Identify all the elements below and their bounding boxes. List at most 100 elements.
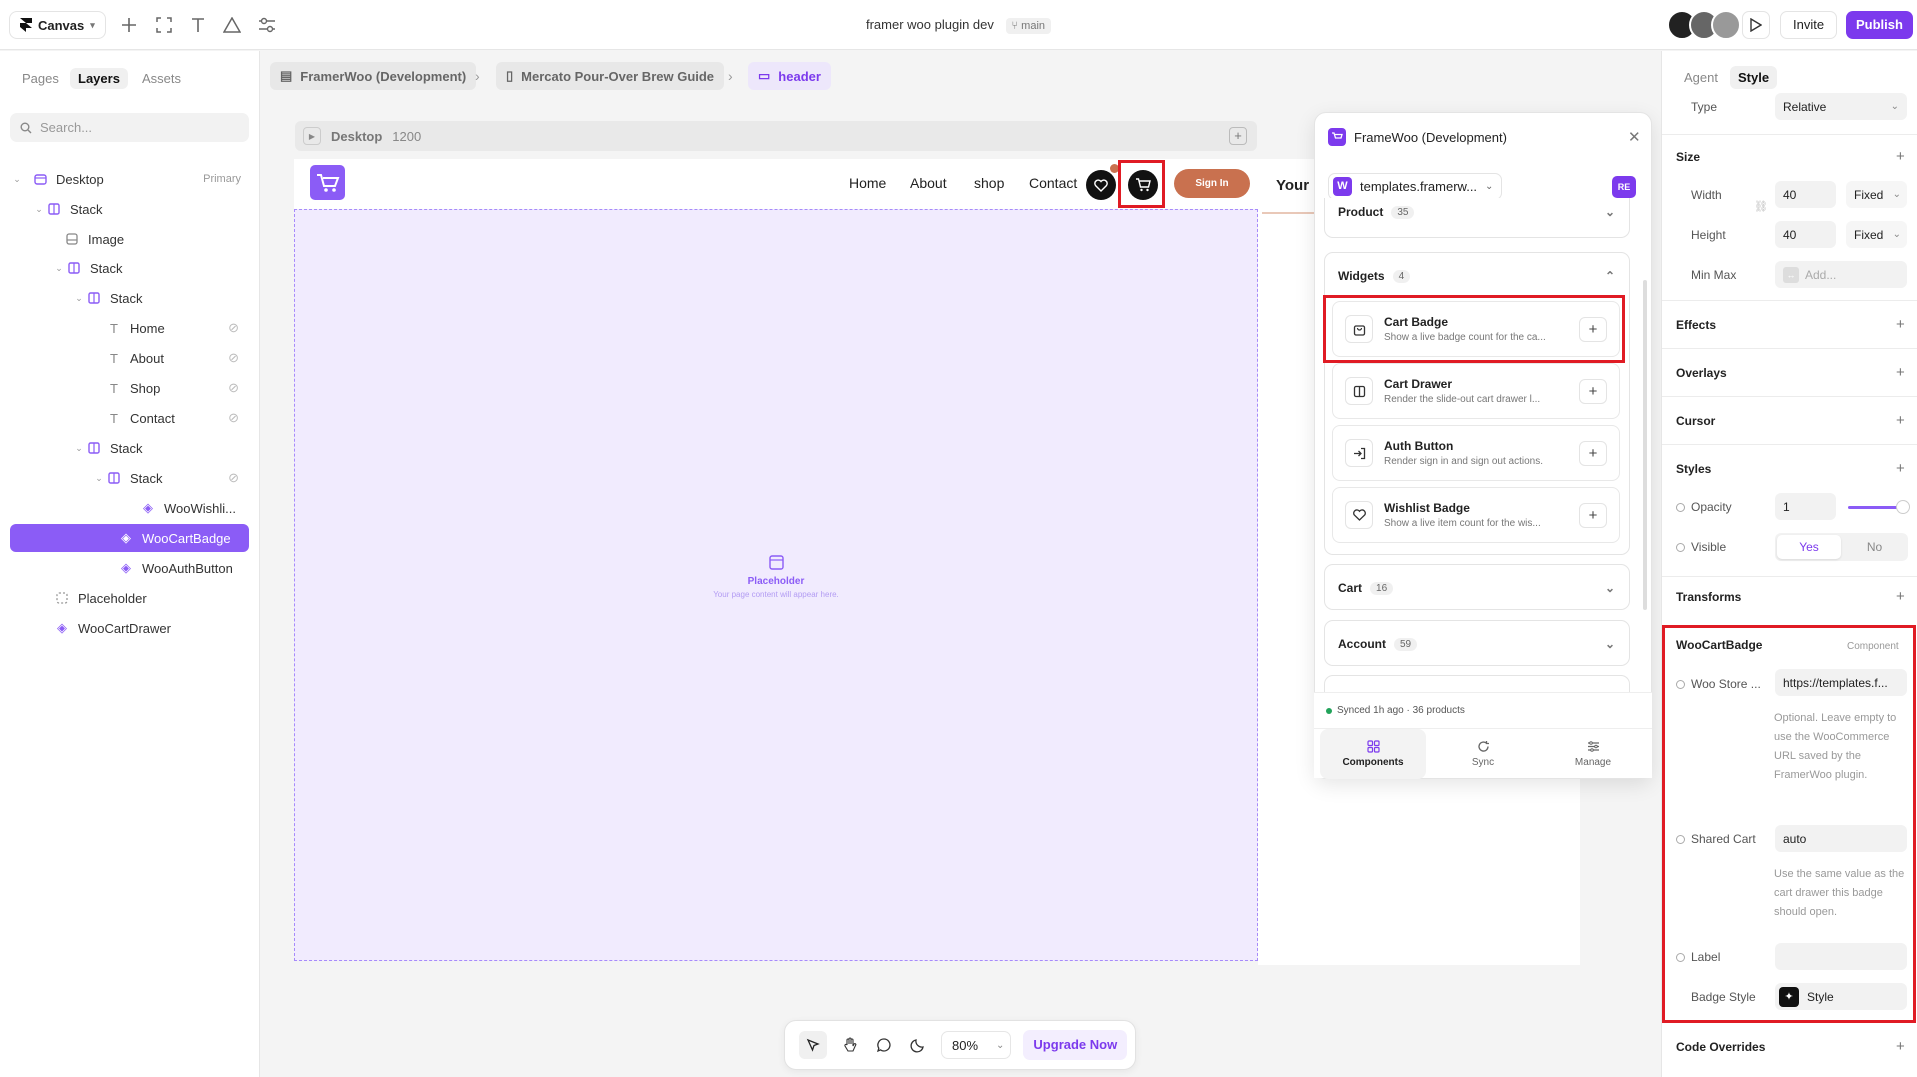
variable-icon[interactable] bbox=[1676, 503, 1685, 512]
store-url-input[interactable]: https://templates.f... bbox=[1775, 669, 1907, 696]
add-icon[interactable]: + bbox=[1896, 364, 1905, 381]
height-input[interactable]: 40 bbox=[1775, 221, 1836, 248]
layer-image[interactable]: Image bbox=[10, 225, 249, 253]
label-input[interactable] bbox=[1775, 943, 1907, 970]
preview-button[interactable] bbox=[1742, 11, 1770, 39]
section-code-overrides[interactable]: Code Overrides bbox=[1676, 1040, 1765, 1054]
play-icon[interactable]: ▶ bbox=[303, 127, 321, 145]
widget-wishlist-badge[interactable]: Wishlist Badge Show a live item count for… bbox=[1332, 487, 1620, 543]
shared-cart-input[interactable]: auto bbox=[1775, 825, 1907, 852]
add-icon[interactable]: + bbox=[1896, 412, 1905, 429]
add-icon[interactable] bbox=[119, 15, 139, 35]
wishlist-badge-button[interactable] bbox=[1086, 170, 1116, 200]
layer-woocartbadge[interactable]: ◈ WooCartBadge bbox=[10, 524, 249, 552]
opacity-slider-handle[interactable] bbox=[1896, 500, 1910, 514]
chevron-down-icon[interactable]: ⌄ bbox=[92, 473, 106, 484]
visible-yes-option[interactable]: Yes bbox=[1777, 535, 1841, 559]
width-mode-select[interactable]: Fixed ⌄ bbox=[1846, 181, 1907, 208]
comment-icon[interactable] bbox=[873, 1034, 895, 1056]
breadcrumb-page[interactable]: ▯ Mercato Pour-Over Brew Guide bbox=[496, 62, 725, 90]
layer-stack[interactable]: ⌄ Stack bbox=[10, 284, 249, 312]
add-icon[interactable]: + bbox=[1896, 1038, 1905, 1055]
layer-desktop[interactable]: ⌄ Desktop Primary bbox=[10, 165, 249, 193]
layer-home[interactable]: T Home ⊘ bbox=[10, 314, 249, 342]
site-selector[interactable]: W templates.framerw... ⌄ bbox=[1328, 173, 1503, 200]
opacity-slider-track[interactable] bbox=[1848, 506, 1902, 509]
layer-stack[interactable]: ⌄ Stack ⊘ bbox=[10, 464, 249, 492]
branch-badge[interactable]: ⑂ main bbox=[1005, 18, 1052, 34]
tab-components[interactable]: Components bbox=[1320, 729, 1426, 779]
add-widget-button[interactable]: + bbox=[1579, 502, 1607, 528]
chevron-down-icon[interactable]: ⌄ bbox=[10, 174, 24, 185]
nav-contact[interactable]: Contact bbox=[1029, 175, 1077, 191]
publish-button[interactable]: Publish bbox=[1846, 11, 1913, 39]
chevron-down-icon[interactable]: ⌄ bbox=[52, 263, 66, 274]
variable-icon[interactable] bbox=[1676, 953, 1685, 962]
breadcrumb-project[interactable]: ▤ FramerWoo (Development) bbox=[270, 62, 477, 90]
layers-search-input[interactable]: Search... bbox=[10, 113, 249, 142]
type-select[interactable]: Relative ⌄ bbox=[1775, 93, 1907, 120]
nav-shop[interactable]: shop bbox=[974, 175, 1004, 191]
section-cursor[interactable]: Cursor bbox=[1676, 414, 1715, 428]
section-effects[interactable]: Effects bbox=[1676, 318, 1716, 332]
section-cart[interactable]: Cart 16 ⌄ bbox=[1324, 564, 1630, 610]
layer-placeholder[interactable]: Placeholder bbox=[10, 584, 249, 612]
add-breakpoint-icon[interactable]: + bbox=[1229, 127, 1247, 145]
add-icon[interactable]: + bbox=[1896, 148, 1905, 165]
widget-cart-drawer[interactable]: Cart Drawer Render the slide-out cart dra… bbox=[1332, 363, 1620, 419]
widget-auth-button[interactable]: Auth Button Render sign in and sign out a… bbox=[1332, 425, 1620, 481]
tab-agent[interactable]: Agent bbox=[1676, 66, 1726, 89]
tab-manage[interactable]: Manage bbox=[1540, 729, 1646, 779]
user-avatar[interactable]: RE bbox=[1612, 176, 1636, 198]
layer-woowishlist[interactable]: ◈ WooWishli... bbox=[10, 494, 249, 522]
tab-sync[interactable]: Sync bbox=[1430, 729, 1536, 779]
sign-in-button[interactable]: Sign In bbox=[1174, 169, 1250, 198]
layer-wooauthbutton[interactable]: ◈ WooAuthButton bbox=[10, 554, 249, 582]
breadcrumb-header[interactable]: ▭ header bbox=[748, 62, 831, 90]
invite-button[interactable]: Invite bbox=[1780, 11, 1838, 39]
badge-style-control[interactable]: ✦ Style bbox=[1775, 983, 1907, 1010]
nav-about[interactable]: About bbox=[910, 175, 947, 191]
layer-contact[interactable]: T Contact ⊘ bbox=[10, 404, 249, 432]
dark-mode-icon[interactable] bbox=[907, 1034, 929, 1056]
settings-sliders-icon[interactable] bbox=[257, 15, 277, 35]
section-account[interactable]: Account 59 ⌄ bbox=[1324, 620, 1630, 666]
add-widget-button[interactable]: + bbox=[1579, 440, 1607, 466]
add-icon[interactable]: + bbox=[1896, 316, 1905, 333]
section-overlays[interactable]: Overlays bbox=[1676, 366, 1727, 380]
chevron-down-icon[interactable]: ⌄ bbox=[72, 443, 86, 454]
variable-icon[interactable] bbox=[1676, 680, 1685, 689]
text-tool-icon[interactable] bbox=[188, 15, 208, 35]
variable-icon[interactable] bbox=[1676, 543, 1685, 552]
vector-tool-icon[interactable] bbox=[222, 15, 242, 35]
frame-header[interactable]: ▶ Desktop 1200 + bbox=[295, 121, 1257, 151]
canvas-menu-button[interactable]: Canvas ▾ bbox=[9, 11, 106, 39]
section-widgets-header[interactable]: Widgets 4 ⌃ bbox=[1325, 253, 1629, 299]
layer-woocartdrawer[interactable]: ◈ WooCartDrawer bbox=[10, 614, 249, 642]
height-mode-select[interactable]: Fixed ⌄ bbox=[1846, 221, 1907, 248]
shop-logo-icon[interactable] bbox=[310, 165, 345, 200]
cursor-icon[interactable] bbox=[799, 1031, 827, 1059]
collaborator-avatars[interactable] bbox=[1667, 10, 1741, 40]
tab-layers[interactable]: Layers bbox=[70, 68, 128, 89]
plugin-scrollbar[interactable] bbox=[1643, 280, 1647, 610]
add-widget-button[interactable]: + bbox=[1579, 378, 1607, 404]
tab-pages[interactable]: Pages bbox=[14, 68, 67, 89]
chevron-down-icon[interactable]: ⌄ bbox=[32, 204, 46, 215]
tab-style[interactable]: Style bbox=[1730, 66, 1778, 89]
chevron-down-icon[interactable]: ⌄ bbox=[72, 293, 86, 304]
project-title[interactable]: framer woo plugin dev bbox=[866, 17, 994, 32]
close-icon[interactable]: ✕ bbox=[1628, 128, 1641, 146]
width-input[interactable]: 40 bbox=[1775, 181, 1836, 208]
frame-tool-icon[interactable] bbox=[154, 15, 174, 35]
link-aspect-icon[interactable]: ⛓ bbox=[1754, 200, 1768, 213]
variable-icon[interactable] bbox=[1676, 835, 1685, 844]
nav-home[interactable]: Home bbox=[849, 175, 886, 191]
visible-no-option[interactable]: No bbox=[1843, 535, 1906, 559]
layer-about[interactable]: T About ⊘ bbox=[10, 344, 249, 372]
add-icon[interactable]: + bbox=[1896, 460, 1905, 477]
layer-stack[interactable]: ⌄ Stack bbox=[10, 195, 249, 223]
layer-shop[interactable]: T Shop ⊘ bbox=[10, 374, 249, 402]
upgrade-button[interactable]: Upgrade Now bbox=[1023, 1030, 1128, 1060]
tab-assets[interactable]: Assets bbox=[134, 68, 189, 89]
